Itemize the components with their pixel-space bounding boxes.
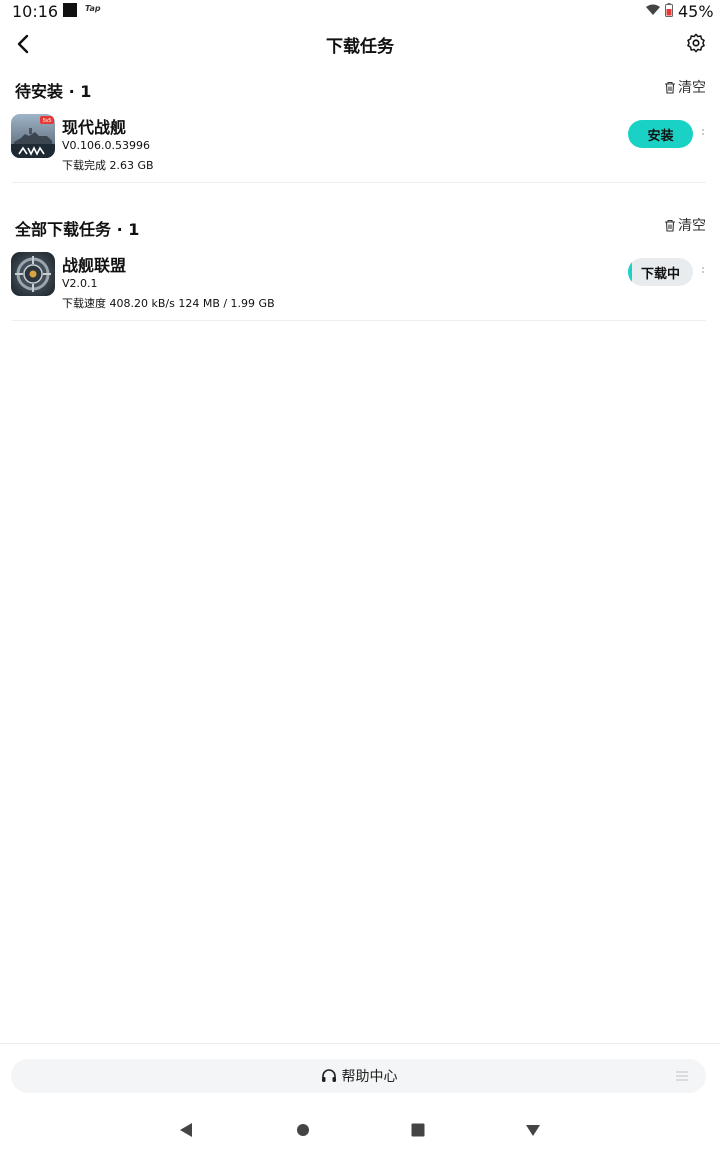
footer-divider — [0, 1043, 720, 1044]
status-time: 10:16 — [12, 2, 59, 21]
modern-warships-app-icon: 5v5 — [11, 114, 55, 158]
app-version: V2.0.1 — [62, 277, 98, 290]
pending-clear-button[interactable]: 清空 — [664, 77, 706, 97]
app-version: V0.106.0.53996 — [62, 139, 150, 152]
download-progress-fill — [628, 258, 633, 286]
more-options-icon[interactable] — [700, 127, 706, 141]
trash-icon — [665, 219, 675, 232]
notification-square-icon — [63, 3, 77, 17]
headset-icon — [321, 1069, 336, 1082]
all-section-title: 全部下载任务 · 1 — [15, 220, 140, 239]
wifi-icon — [646, 4, 660, 15]
header: 下载任务 — [0, 24, 720, 64]
all-clear-label: 清空 — [678, 218, 706, 234]
system-navigation-bar — [0, 1110, 720, 1152]
pending-clear-label: 清空 — [678, 80, 706, 96]
icon-badge: 5v5 — [43, 118, 52, 124]
more-options-icon[interactable] — [700, 265, 706, 279]
downloading-button[interactable]: 下载中 — [628, 258, 693, 286]
install-button[interactable]: 安装 — [628, 120, 693, 148]
battery-percent: 45% — [678, 2, 714, 21]
app-name: 现代战舰 — [62, 118, 127, 137]
status-bar: 10:16 Tap 45% — [0, 0, 720, 24]
recents-square-icon[interactable] — [411, 1122, 425, 1138]
notification-app-label: Tap — [85, 4, 101, 13]
battery-low-icon — [665, 3, 673, 17]
download-item-warship-alliance[interactable]: 战舰联盟 V2.0.1 下载速度 408.20 kB/s 124 MB / 1.… — [0, 252, 720, 322]
divider — [12, 320, 706, 321]
help-center-button[interactable]: 帮助中心 — [11, 1059, 706, 1093]
dropdown-triangle-icon[interactable] — [525, 1122, 541, 1138]
pending-section-title: 待安装 · 1 — [15, 82, 92, 101]
warship-alliance-app-icon — [11, 252, 55, 296]
downloading-button-label: 下载中 — [640, 266, 680, 282]
page-title: 下载任务 — [326, 37, 394, 57]
download-status: 下载完成 2.63 GB — [62, 159, 154, 172]
install-button-label: 安装 — [647, 128, 674, 144]
app-name: 战舰联盟 — [62, 256, 127, 275]
download-status: 下载速度 408.20 kB/s 124 MB / 1.99 GB — [62, 297, 275, 310]
home-circle-icon[interactable] — [296, 1122, 310, 1138]
gear-icon[interactable] — [685, 32, 707, 54]
menu-lines-icon[interactable] — [676, 1071, 688, 1081]
back-triangle-icon[interactable] — [179, 1122, 193, 1138]
download-item-modern-warships[interactable]: 5v5 现代战舰 V0.106.0.53996 下载完成 2.63 GB 安装 — [0, 114, 720, 184]
all-clear-button[interactable]: 清空 — [664, 215, 706, 235]
divider — [12, 182, 706, 183]
trash-icon — [665, 81, 675, 94]
help-center-label: 帮助中心 — [341, 1069, 398, 1085]
